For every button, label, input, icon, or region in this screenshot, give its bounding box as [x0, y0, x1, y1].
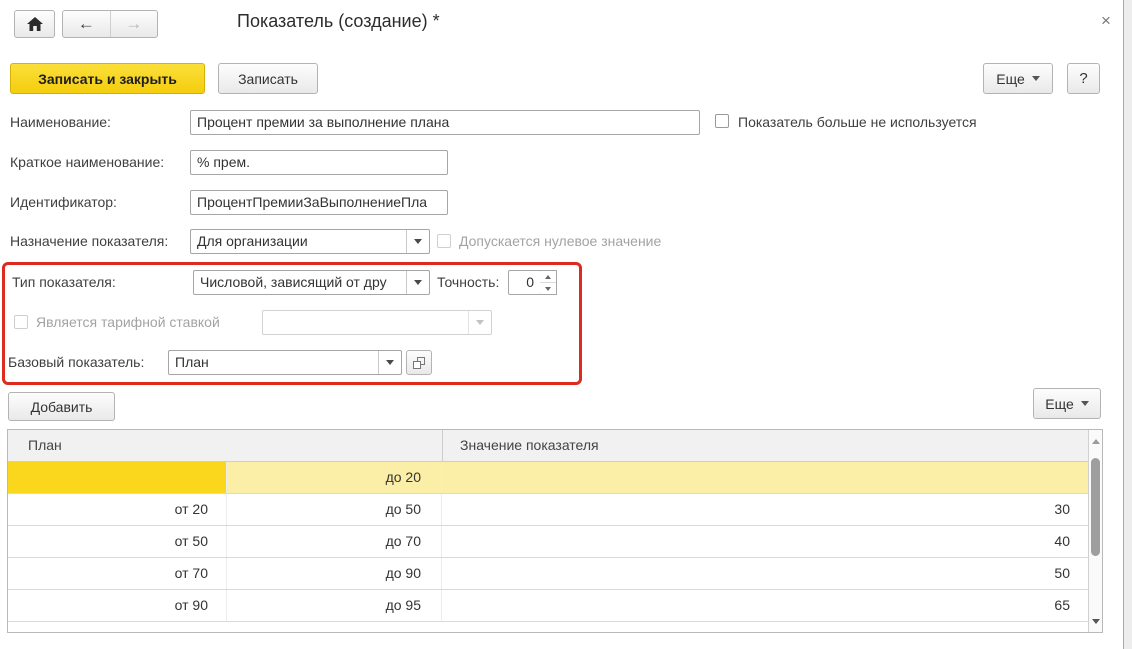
scroll-up-icon[interactable] [1089, 434, 1102, 448]
type-select[interactable]: Числовой, зависящий от дру [193, 270, 430, 295]
page-title: Показатель (создание) * [237, 11, 440, 32]
tariff-dropdown-icon [468, 311, 491, 334]
cell-plan-to[interactable]: до 70 [227, 526, 442, 557]
base-open-button[interactable] [406, 350, 432, 375]
table-header: План Значение показателя [8, 430, 1088, 462]
not-used-label[interactable]: Показатель больше не используется [738, 114, 977, 130]
short-name-input[interactable]: % прем. [190, 150, 448, 175]
stepper-down-icon[interactable] [540, 282, 556, 294]
type-value: Числовой, зависящий от дру [194, 271, 406, 294]
purpose-label: Назначение показателя: [10, 233, 168, 249]
cell-value[interactable]: 65 [442, 590, 1088, 621]
column-header-plan[interactable]: План [28, 430, 62, 461]
purpose-value: Для организации [191, 230, 406, 253]
column-divider [442, 430, 443, 461]
cell-plan-to[interactable]: до 95 [227, 590, 442, 621]
back-button[interactable]: ← [63, 11, 110, 37]
scroll-down-icon[interactable] [1089, 614, 1102, 628]
more-table-label: Еще [1045, 396, 1074, 412]
base-indicator-value: План [169, 351, 378, 374]
table-scrollbar[interactable] [1088, 430, 1102, 632]
forward-icon: → [125, 14, 142, 34]
type-dropdown-icon[interactable] [406, 271, 429, 294]
cell-plan-from[interactable]: от 90 [8, 590, 227, 621]
cell-plan-to[interactable]: до 20 [227, 462, 442, 493]
cell-value[interactable]: 40 [442, 526, 1088, 557]
more-button-label: Еще [996, 71, 1025, 87]
base-dropdown-icon[interactable] [378, 351, 401, 374]
table-row[interactable]: от 70 до 90 50 [8, 558, 1088, 590]
name-input[interactable]: Процент премии за выполнение плана [190, 110, 700, 135]
cell-plan-from[interactable]: от 70 [8, 558, 227, 589]
more-button-top[interactable]: Еще [983, 63, 1053, 94]
zero-allowed-checkbox [437, 234, 451, 248]
zero-allowed-label: Допускается нулевое значение [459, 233, 661, 249]
close-icon: × [1101, 11, 1111, 30]
scrollbar-thumb[interactable] [1091, 458, 1100, 556]
home-icon [27, 17, 43, 31]
name-label: Наименование: [10, 114, 111, 130]
column-header-value[interactable]: Значение показателя [460, 430, 599, 461]
table-row[interactable]: до 20 [8, 462, 1088, 494]
forward-button[interactable]: → [110, 11, 158, 37]
table-row[interactable]: от 20 до 50 30 [8, 494, 1088, 526]
back-icon: ← [78, 14, 95, 34]
cell-value[interactable]: 50 [442, 558, 1088, 589]
plan-value-table: План Значение показателя до 20 от 20 до … [7, 429, 1103, 633]
more-button-table[interactable]: Еще [1033, 388, 1101, 419]
cell-plan-to[interactable]: до 90 [227, 558, 442, 589]
save-and-close-button[interactable]: Записать и закрыть [10, 63, 205, 94]
add-row-button[interactable]: Добавить [8, 392, 115, 421]
close-button[interactable]: × [1094, 9, 1118, 33]
identifier-label: Идентификатор: [10, 194, 117, 210]
tariff-label: Является тарифной ставкой [36, 314, 220, 330]
purpose-select[interactable]: Для организации [190, 229, 430, 254]
precision-input[interactable]: 0 [508, 270, 541, 295]
help-button[interactable]: ? [1067, 63, 1100, 94]
cell-value[interactable] [442, 462, 1088, 493]
not-used-checkbox[interactable] [715, 114, 729, 128]
cell-plan-to[interactable]: до 50 [227, 494, 442, 525]
table-row[interactable]: от 50 до 70 40 [8, 526, 1088, 558]
tariff-checkbox [14, 315, 28, 329]
base-indicator-select[interactable]: План [168, 350, 402, 375]
stepper-up-icon[interactable] [540, 271, 556, 282]
chevron-down-icon [1032, 76, 1040, 81]
cell-plan-from[interactable]: от 20 [8, 494, 227, 525]
save-button[interactable]: Записать [218, 63, 318, 94]
table-row[interactable]: от 90 до 95 65 [8, 590, 1088, 622]
cell-plan-from[interactable] [8, 462, 227, 493]
short-name-label: Краткое наименование: [10, 154, 164, 170]
precision-label: Точность: [437, 274, 499, 290]
cell-value[interactable]: 30 [442, 494, 1088, 525]
open-icon [413, 357, 425, 369]
identifier-input[interactable]: ПроцентПремииЗаВыполнениеПла [190, 190, 448, 215]
type-label: Тип показателя: [12, 274, 116, 290]
base-indicator-label: Базовый показатель: [8, 354, 144, 370]
home-button[interactable] [14, 10, 55, 38]
purpose-dropdown-icon[interactable] [406, 230, 429, 253]
precision-stepper [540, 270, 557, 295]
cell-plan-from[interactable]: от 50 [8, 526, 227, 557]
history-nav: ← → [62, 10, 158, 38]
tariff-select [262, 310, 492, 335]
window-right-edge [1123, 0, 1132, 649]
chevron-down-icon [1081, 401, 1089, 406]
